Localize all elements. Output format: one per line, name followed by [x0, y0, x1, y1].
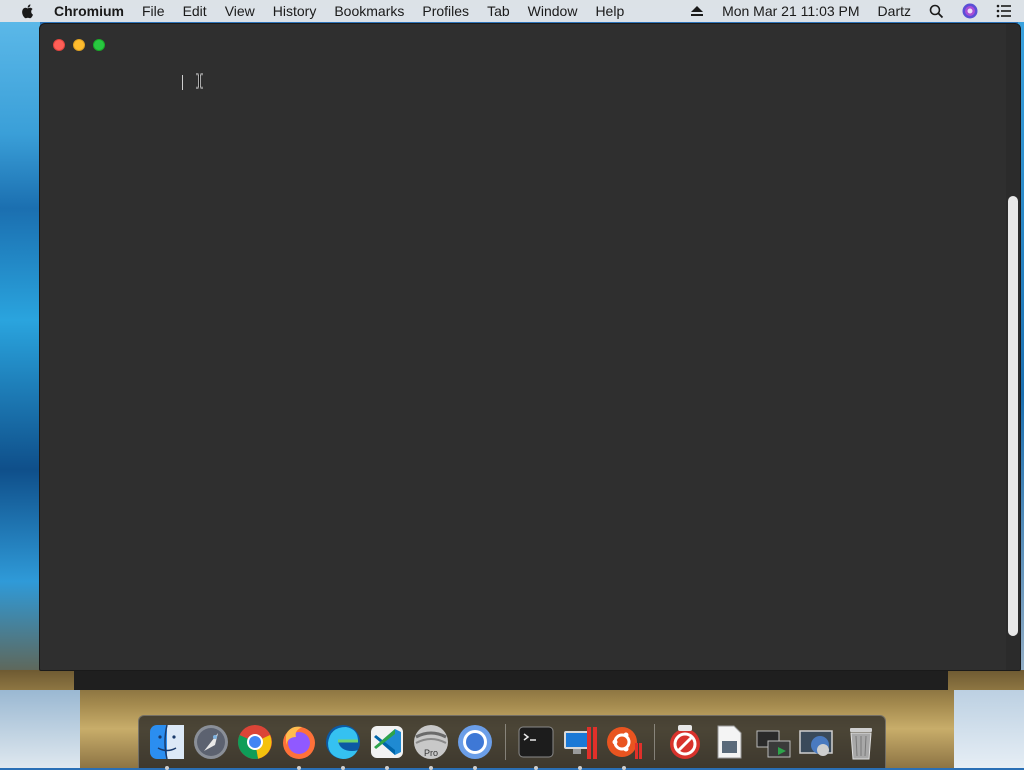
running-indicator: [578, 766, 582, 770]
siri-icon[interactable]: [962, 3, 978, 19]
dock-parallels-windows[interactable]: [561, 723, 599, 770]
launchpad-icon: [194, 725, 228, 759]
parallels-ubuntu-icon: [607, 727, 642, 759]
running-indicator: [385, 766, 389, 770]
menu-bookmarks[interactable]: Bookmarks: [334, 3, 404, 19]
dock-no-entry-app[interactable]: [666, 723, 704, 761]
background-window-edge: [74, 670, 948, 690]
trash-icon: [850, 728, 872, 760]
running-indicator: [473, 766, 477, 770]
preview-icon: [717, 725, 742, 759]
downloads-stack-icon: [756, 730, 791, 758]
maximize-button[interactable]: [93, 39, 105, 51]
desktop-wallpaper-corner-left: [0, 690, 80, 768]
notification-center-icon[interactable]: [996, 4, 1012, 18]
parallels-windows-icon: [564, 727, 597, 759]
sketchup-pro-icon: Pro: [414, 725, 448, 759]
running-indicator: [165, 766, 169, 770]
dock-trash[interactable]: [842, 723, 880, 761]
dock-screen-stack[interactable]: [798, 723, 836, 761]
dock-sketchup-pro[interactable]: Pro: [412, 723, 450, 770]
running-indicator: [297, 766, 301, 770]
menu-bar: Chromium File Edit View History Bookmark…: [0, 0, 1024, 22]
user-menu[interactable]: Dartz: [878, 3, 911, 19]
text-caret: [182, 75, 183, 90]
close-button[interactable]: [53, 39, 65, 51]
window-controls: [53, 39, 113, 51]
chromium-icon: [458, 725, 492, 759]
chrome-icon: [238, 725, 272, 759]
chromium-window: [39, 23, 1021, 671]
finder-icon: [150, 724, 184, 760]
edge-icon: [326, 725, 360, 759]
dock-chromium[interactable]: [456, 723, 494, 770]
dock-parallels-ubuntu[interactable]: [605, 723, 643, 770]
menu-history[interactable]: History: [273, 3, 317, 19]
desktop-wallpaper-corner-right: [954, 690, 1024, 768]
menu-tab[interactable]: Tab: [487, 3, 510, 19]
dock-downloads-stack[interactable]: [754, 723, 792, 761]
dock-launchpad[interactable]: [192, 723, 230, 761]
menu-view[interactable]: View: [225, 3, 255, 19]
menu-edit[interactable]: Edit: [183, 3, 207, 19]
running-indicator: [429, 766, 433, 770]
dock-preview[interactable]: [710, 723, 748, 761]
running-indicator: [534, 766, 538, 770]
no-entry-icon: [670, 725, 700, 759]
dock-separator: [505, 724, 506, 760]
menu-window[interactable]: Window: [528, 3, 578, 19]
dock-edge[interactable]: [324, 723, 362, 770]
running-indicator: [622, 766, 626, 770]
minimize-button[interactable]: [73, 39, 85, 51]
clock[interactable]: Mon Mar 21 11:03 PM: [722, 3, 859, 19]
dock-terminal[interactable]: [517, 723, 555, 770]
dock-separator: [654, 724, 655, 760]
dock: Pro: [138, 715, 886, 770]
eject-icon[interactable]: [690, 5, 704, 17]
screen-stack-icon: [799, 730, 833, 756]
dock-vscode[interactable]: [368, 723, 406, 770]
vscode-icon: [371, 726, 403, 758]
window-content[interactable]: [40, 60, 1006, 670]
dock-firefox[interactable]: [280, 723, 318, 770]
firefox-icon: [283, 726, 315, 759]
menu-help[interactable]: Help: [595, 3, 624, 19]
desktop-wallpaper-left: [0, 22, 40, 768]
spotlight-search-icon[interactable]: [929, 4, 944, 19]
terminal-icon: [518, 726, 554, 758]
running-indicator: [341, 766, 345, 770]
menu-file[interactable]: File: [142, 3, 165, 19]
dock-chrome[interactable]: [236, 723, 274, 761]
dock-finder[interactable]: [148, 723, 186, 770]
status-area: Mon Mar 21 11:03 PM Dartz: [672, 0, 1012, 22]
pro-badge: Pro: [424, 748, 438, 758]
menu-profiles[interactable]: Profiles: [422, 3, 469, 19]
scrollbar-thumb[interactable]: [1008, 196, 1018, 636]
ibeam-cursor-icon: [195, 73, 204, 89]
apple-menu-icon[interactable]: [20, 3, 36, 19]
menu-app-name[interactable]: Chromium: [54, 3, 124, 19]
